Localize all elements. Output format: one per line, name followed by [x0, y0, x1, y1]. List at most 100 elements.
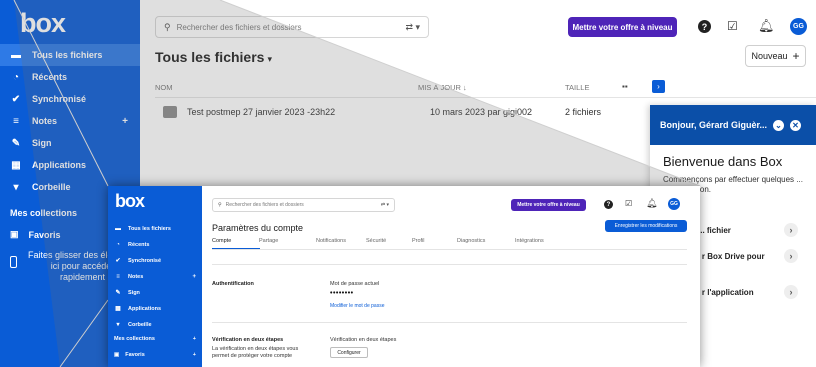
help-icon[interactable]: ?: [698, 20, 711, 33]
sidebar-item-label: Tous les fichiers: [32, 50, 103, 60]
new-button-label: Nouveau: [751, 51, 788, 61]
search-icon: ⚲: [218, 202, 222, 208]
close-icon[interactable]: ✕: [790, 119, 802, 131]
new-button[interactable]: Nouveau +: [745, 45, 806, 67]
grid-view-icon[interactable]: ▪▪: [622, 82, 628, 91]
expand-favorites-icon[interactable]: +: [193, 352, 196, 358]
column-size[interactable]: TAILLE: [565, 83, 589, 92]
save-button[interactable]: Enregistrer les modifications: [605, 220, 687, 232]
tab-security[interactable]: Sécurité: [366, 238, 386, 244]
sidebar-item-favorites[interactable]: ▣ Favoris: [10, 229, 61, 240]
bell-icon[interactable]: 🔔︎: [758, 18, 775, 34]
sidebar-item-recents[interactable]: ◔ Récents: [108, 238, 202, 251]
upgrade-button[interactable]: Mettre votre offre à niveau: [568, 17, 677, 37]
sidebar-item-sign[interactable]: ✎ Sign: [108, 286, 202, 299]
twofa-label: Vérification en deux étapes: [330, 337, 397, 343]
welcome-item-label: ... r Box Drive pour: [693, 252, 765, 261]
box-logo[interactable]: box: [115, 191, 145, 212]
avatar[interactable]: GG: [790, 18, 807, 35]
star-icon: ▣: [114, 352, 120, 358]
collections-title: Mes collections: [10, 208, 78, 218]
trash-icon: ▾: [116, 322, 120, 328]
sidebar-item-label: Synchronisé: [128, 257, 162, 264]
page-title: Paramètres du compte: [212, 223, 304, 233]
divider: [155, 97, 816, 98]
add-note-icon[interactable]: +: [122, 116, 128, 127]
tasks-icon[interactable]: ☑: [727, 19, 738, 33]
details-toggle-icon[interactable]: ›: [652, 80, 665, 93]
avatar[interactable]: GG: [668, 198, 680, 210]
tab-integrations[interactable]: Intégrations: [515, 238, 544, 244]
search-icon: ⚲: [164, 21, 171, 32]
account-settings-inset: box ▬ Tous les fichiers ◔ Récents ✔ Sync…: [108, 186, 700, 367]
help-icon[interactable]: ?: [604, 200, 613, 209]
sidebar-item-applications[interactable]: ▦ Applications: [0, 154, 140, 176]
folder-icon: ▬: [11, 49, 21, 61]
bell-icon[interactable]: 🔔︎: [646, 198, 657, 209]
configure-button[interactable]: Configurer: [330, 347, 368, 358]
sidebar-item-label: Corbeille: [128, 321, 152, 328]
page-title-text: Tous les fichiers: [155, 49, 265, 65]
file-modified: 10 mars 2023 par gigi002: [430, 107, 533, 117]
column-name[interactable]: NOM: [155, 83, 173, 92]
folder-icon: [163, 106, 177, 118]
auth-section-title: Authentification: [212, 281, 254, 287]
sidebar-item-sign[interactable]: ✎ Sign: [0, 132, 140, 154]
divider: [212, 249, 687, 250]
tab-sharing[interactable]: Partage: [259, 238, 278, 244]
welcome-item-label: ... r l'application: [693, 288, 754, 297]
sidebar-item-label: Favoris: [125, 352, 145, 358]
sidebar-item-recents[interactable]: ◔ Récents: [0, 66, 140, 88]
chevron-right-icon: ›: [784, 249, 798, 263]
sidebar-item-favorites[interactable]: ▣ Favoris +: [114, 352, 196, 358]
tab-account[interactable]: Compte: [212, 238, 231, 244]
chevron-down-icon[interactable]: ⌄: [773, 119, 785, 131]
divider: [212, 322, 687, 323]
sidebar-item-label: Favoris: [28, 229, 61, 240]
star-icon: ▣: [10, 229, 19, 239]
add-collection-icon[interactable]: +: [193, 336, 196, 342]
page-title[interactable]: Tous les fichiers ▾: [155, 49, 272, 65]
clock-icon: ◔: [12, 71, 20, 83]
sidebar-item-label: Sign: [128, 289, 140, 296]
sidebar-item-applications[interactable]: ▦ Applications: [108, 302, 202, 315]
sidebar-item-label: Applications: [128, 305, 162, 312]
search-input[interactable]: ⚲ Rechercher des fichiers et dossiers ⇄ …: [155, 16, 429, 38]
twofa-section-title: Vérification en deux étapes: [212, 337, 284, 343]
check-circle-icon: ✔: [11, 93, 21, 105]
notes-icon: ≡: [116, 273, 120, 280]
sidebar-item-all-files[interactable]: ▬ Tous les fichiers: [108, 222, 202, 235]
drop-target-icon: [10, 256, 17, 268]
sidebar-item-label: Récents: [32, 72, 68, 82]
search-input[interactable]: ⚲ Rechercher des fichiers et dossiers ⇄ …: [212, 198, 395, 212]
filter-icon[interactable]: ⇄ ▾: [381, 202, 389, 208]
file-name[interactable]: Test postmep 27 janvier 2023 -23h22: [187, 107, 335, 117]
sidebar-item-trash[interactable]: ▾ Corbeille: [108, 318, 202, 331]
sidebar-item-label: Corbeille: [32, 182, 71, 192]
search-placeholder: Rechercher des fichiers et dossiers: [176, 22, 302, 32]
sidebar-item-synced[interactable]: ✔ Synchronisé: [108, 254, 202, 267]
tab-notifications[interactable]: Notifications: [316, 238, 346, 244]
chevron-right-icon: ›: [784, 285, 798, 299]
folder-icon: ▬: [115, 225, 121, 232]
box-logo[interactable]: box: [20, 8, 66, 39]
welcome-item-label: ... fichier: [698, 226, 731, 235]
sidebar-item-all-files[interactable]: ▬ Tous les fichiers: [0, 44, 140, 66]
sign-icon: ✎: [115, 290, 121, 296]
change-password-link[interactable]: Modifier le mot de passe: [330, 303, 384, 309]
sidebar-item-notes[interactable]: ≡ Notes +: [108, 270, 202, 283]
chevron-right-icon: ›: [784, 223, 798, 237]
password-value: ••••••••: [330, 290, 354, 297]
upgrade-button[interactable]: Mettre votre offre à niveau: [511, 199, 586, 211]
sidebar-item-label: Synchronisé: [32, 94, 87, 104]
twofa-description: La vérification en deux étapes vous perm…: [212, 346, 299, 359]
sidebar-item-synced[interactable]: ✔ Synchronisé: [0, 88, 140, 110]
add-note-icon[interactable]: +: [192, 274, 196, 280]
filter-icon[interactable]: ⇄ ▾: [405, 22, 420, 33]
sidebar-item-notes[interactable]: ≡ Notes +: [0, 110, 140, 132]
tab-profile[interactable]: Profil: [412, 238, 425, 244]
tasks-icon[interactable]: ☑: [625, 199, 632, 208]
tab-diagnostics[interactable]: Diagnostics: [457, 238, 485, 244]
welcome-title: Bienvenue dans Box: [663, 154, 783, 169]
column-modified[interactable]: MIS À JOUR ↓: [418, 83, 467, 92]
